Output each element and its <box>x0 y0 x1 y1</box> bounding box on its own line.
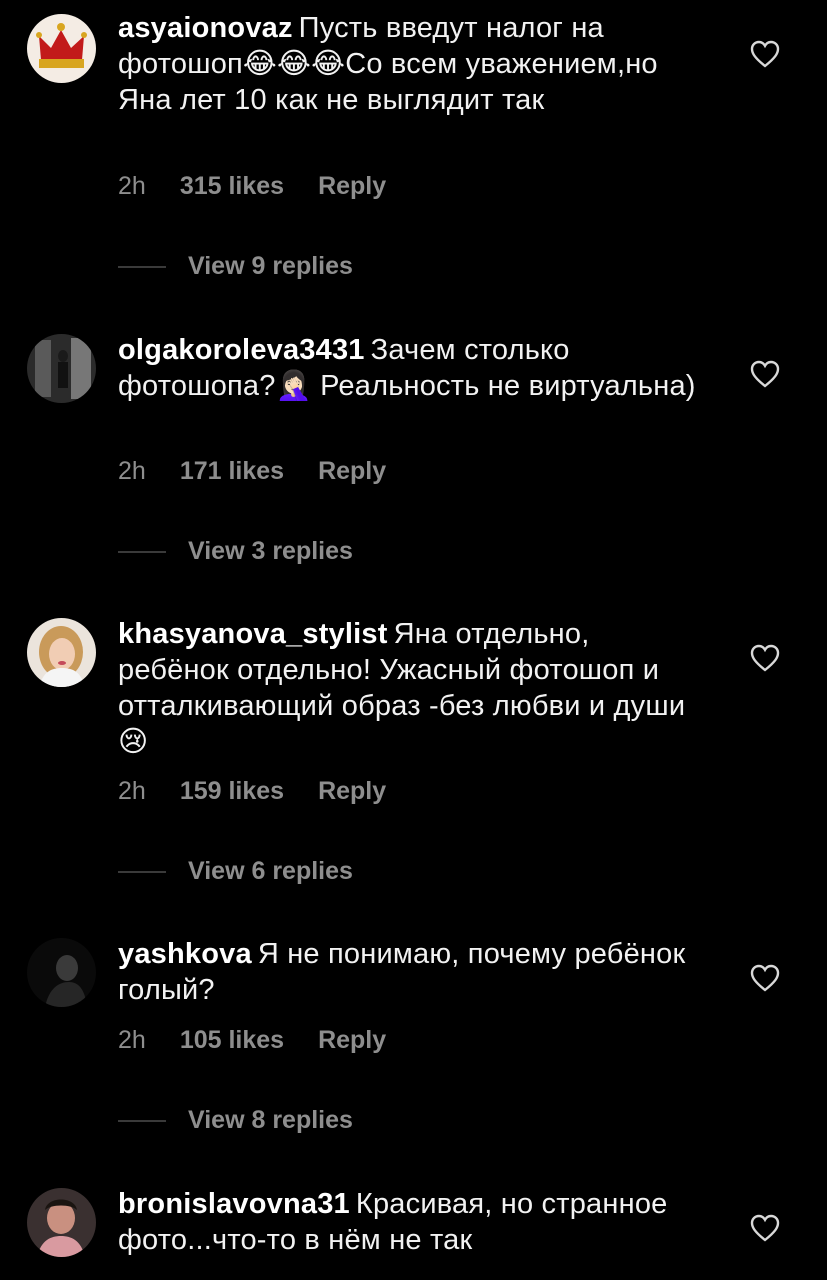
like-heart-icon[interactable] <box>750 644 780 672</box>
comment-likes[interactable]: 105 likes <box>180 1026 284 1054</box>
reply-button[interactable]: Reply <box>318 172 386 200</box>
view-replies-label: View 3 replies <box>188 537 353 565</box>
comment-time: 2h <box>118 777 146 805</box>
comment-time: 2h <box>118 172 146 200</box>
like-heart-icon[interactable] <box>750 360 780 388</box>
comment-text: bronislavovna31 Красивая, но странное фот… <box>118 1186 708 1258</box>
comment-likes[interactable]: 315 likes <box>180 172 284 200</box>
reply-button[interactable]: Reply <box>318 1026 386 1054</box>
replies-divider <box>118 551 166 554</box>
comment-text: yashkova Я не понимаю, почему ребёнок гол… <box>118 936 708 1008</box>
comment-text: khasyanova_stylist Яна отдельно, ребёнок … <box>118 616 708 760</box>
reply-button[interactable]: Reply <box>318 777 386 805</box>
comment-likes[interactable]: 159 likes <box>180 777 284 805</box>
like-heart-icon[interactable] <box>750 964 780 992</box>
comment-time: 2h <box>118 1026 146 1054</box>
avatar[interactable] <box>27 334 96 403</box>
comment-meta: 2h 171 likes Reply <box>118 457 386 486</box>
comment-meta: 2h 105 likes Reply <box>118 1026 386 1055</box>
comment-username[interactable]: bronislavovna31 <box>118 1188 350 1220</box>
comment-username[interactable]: olgakoroleva3431 <box>118 334 365 366</box>
comment-meta: 2h 315 likes Reply <box>118 172 386 201</box>
view-replies-button[interactable]: View 8 replies <box>118 1106 353 1135</box>
view-replies-button[interactable]: View 9 replies <box>118 252 353 281</box>
comment-text: olgakoroleva3431 Зачем столько фотошопа?🤦… <box>118 332 708 404</box>
view-replies-label: View 9 replies <box>188 252 353 280</box>
avatar[interactable] <box>27 1188 96 1257</box>
replies-divider <box>118 871 166 874</box>
comment-time: 2h <box>118 457 146 485</box>
comment-username[interactable]: asyaionovaz <box>118 12 293 44</box>
avatar[interactable] <box>27 618 96 687</box>
like-heart-icon[interactable] <box>750 40 780 68</box>
view-replies-button[interactable]: View 6 replies <box>118 857 353 886</box>
avatar[interactable] <box>27 14 96 83</box>
view-replies-label: View 6 replies <box>188 857 353 885</box>
comment-meta: 2h 159 likes Reply <box>118 777 386 806</box>
reply-button[interactable]: Reply <box>318 457 386 485</box>
comment-username[interactable]: khasyanova_stylist <box>118 618 388 650</box>
like-heart-icon[interactable] <box>750 1214 780 1242</box>
replies-divider <box>118 266 166 269</box>
avatar[interactable] <box>27 938 96 1007</box>
view-replies-label: View 8 replies <box>188 1106 353 1134</box>
replies-divider <box>118 1120 166 1123</box>
comment-likes[interactable]: 171 likes <box>180 457 284 485</box>
comment-text: asyaionovaz Пусть введут налог на фотошоп… <box>118 10 708 118</box>
comment-username[interactable]: yashkova <box>118 938 252 970</box>
view-replies-button[interactable]: View 3 replies <box>118 537 353 566</box>
